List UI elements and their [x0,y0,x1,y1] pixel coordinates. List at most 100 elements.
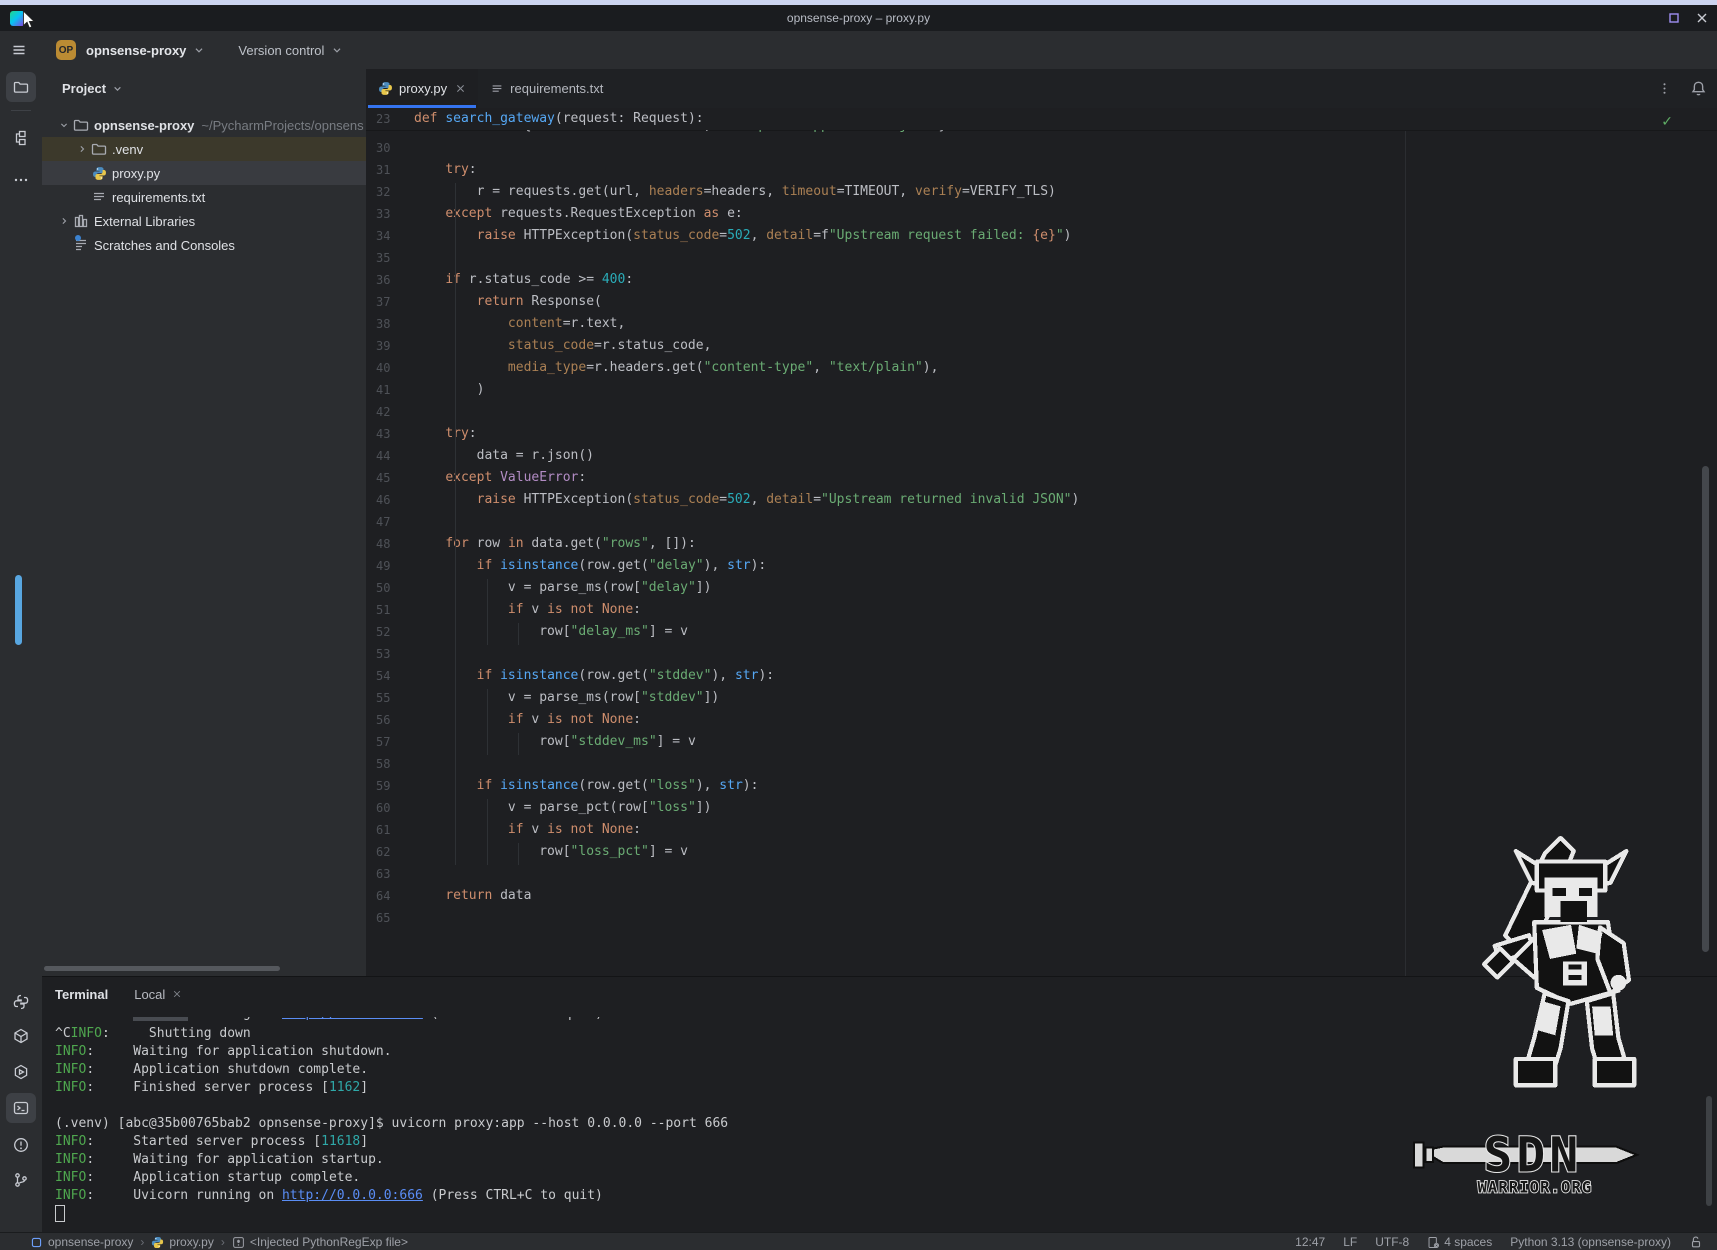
terminal-panel-title[interactable]: Terminal [55,987,108,1002]
stripe-icon-project[interactable] [6,72,36,102]
code-line[interactable]: 57 row["stddev_ms"] = v [366,731,1717,753]
terminal-tab-local[interactable]: Local [134,987,182,1002]
code-line[interactable]: 64 return data [366,885,1717,907]
maximize-button[interactable] [1667,11,1681,25]
terminal-scrollbar[interactable] [1706,1096,1712,1206]
project-badge[interactable]: OP [56,40,76,60]
code-line[interactable]: 63 [366,863,1717,885]
line-number[interactable]: 53 [366,643,414,665]
line-number[interactable]: 46 [366,489,414,511]
code-line[interactable]: 45 except ValueError: [366,467,1717,489]
line-number[interactable]: 31 [366,159,414,181]
breadcrumb-file[interactable]: proxy.py [151,1235,213,1249]
stripe-icon-packages[interactable] [6,1021,36,1051]
line-number[interactable]: 48 [366,533,414,555]
code-line[interactable]: 46 raise HTTPException(status_code=502, … [366,489,1717,511]
code-line[interactable]: 31 try: [366,159,1717,181]
line-number[interactable]: 37 [366,291,414,313]
code-line[interactable]: 43 try: [366,423,1717,445]
stripe-icon-more[interactable] [6,165,36,195]
tree-item-requirements-txt[interactable]: requirements.txt [42,185,366,209]
line-number[interactable]: 43 [366,423,414,445]
line-number[interactable]: 62 [366,841,414,863]
code-line[interactable]: 34 raise HTTPException(status_code=502, … [366,225,1717,247]
code-line[interactable]: 40 media_type=r.headers.get("content-typ… [366,357,1717,379]
code-line[interactable]: 59 if isinstance(row.get("loss"), str): [366,775,1717,797]
title-bar[interactable]: opnsense-proxy – proxy.py [0,5,1717,31]
line-number[interactable]: 30 [366,137,414,159]
tree-item-external-libraries[interactable]: External Libraries [42,209,366,233]
stripe-icon-git[interactable] [6,1165,36,1195]
line-number[interactable]: 36 [366,269,414,291]
close-terminal-tab-icon[interactable] [172,989,182,999]
line-ending-widget[interactable]: LF [1343,1235,1357,1249]
code-line[interactable]: 49 if isinstance(row.get("delay"), str): [366,555,1717,577]
code-line[interactable]: 36 if r.status_code >= 400: [366,269,1717,291]
main-menu-icon[interactable] [8,39,30,61]
code-line[interactable]: 62 row["loss_pct"] = v [366,841,1717,863]
code-line[interactable]: 51 if v is not None: [366,599,1717,621]
stripe-icon-python-console[interactable] [6,987,36,1017]
code-line[interactable]: 39 status_code=r.status_code, [366,335,1717,357]
code-line[interactable]: 65 [366,907,1717,929]
line-number[interactable]: 65 [366,907,414,929]
sticky-header-line[interactable]: 23def search_gateway(request: Request): … [366,108,1717,130]
project-widget[interactable]: opnsense-proxy [86,43,186,58]
line-number[interactable]: 44 [366,445,414,467]
line-number[interactable]: 59 [366,775,414,797]
code-line[interactable]: 53 [366,643,1717,665]
interpreter-widget[interactable]: Python 3.13 (opnsense-proxy) [1510,1235,1671,1249]
chevron-down-icon[interactable] [56,119,72,131]
line-number[interactable]: 23 [366,108,414,130]
tree-item--venv[interactable]: .venv [42,137,366,161]
line-number[interactable]: 34 [366,225,414,247]
close-tab-icon[interactable] [455,83,466,94]
line-number[interactable]: 35 [366,247,414,269]
line-number[interactable]: 63 [366,863,414,885]
stripe-icon-terminal[interactable] [6,1093,36,1123]
clock-widget[interactable]: 12:47 [1295,1235,1325,1249]
line-number[interactable]: 58 [366,753,414,775]
code-line[interactable]: 47 [366,511,1717,533]
line-number[interactable]: 52 [366,621,414,643]
line-number[interactable]: 64 [366,885,414,907]
code-line[interactable]: 32 r = requests.get(url, headers=headers… [366,181,1717,203]
chevron-right-icon[interactable] [56,215,72,227]
code-line[interactable]: 60 v = parse_pct(row["loss"]) [366,797,1717,819]
code-line[interactable]: 54 if isinstance(row.get("stddev"), str)… [366,665,1717,687]
line-number[interactable]: 47 [366,511,414,533]
code-line[interactable]: 42 [366,401,1717,423]
code-editor[interactable]: 23def search_gateway(request: Request): … [366,108,1717,976]
breadcrumb-injected-fragment[interactable]: <Injected PythonRegExp file> [232,1235,408,1249]
code-line[interactable]: 50 v = parse_ms(row["delay"]) [366,577,1717,599]
code-line[interactable]: 35 [366,247,1717,269]
code-line[interactable]: 41 ) [366,379,1717,401]
line-number[interactable]: 39 [366,335,414,357]
code-line[interactable]: 58 [366,753,1717,775]
line-number[interactable]: 61 [366,819,414,841]
line-number[interactable]: 50 [366,577,414,599]
project-horizontal-scrollbar[interactable] [44,966,280,971]
stripe-icon-structure[interactable] [6,123,36,153]
line-number[interactable]: 40 [366,357,414,379]
notifications-bell-icon[interactable] [1690,80,1707,97]
stripe-icon-problems[interactable] [6,1130,36,1160]
vcs-widget[interactable]: Version control [238,43,324,58]
code-line[interactable]: 44 data = r.json() [366,445,1717,467]
code-line[interactable]: 48 for row in data.get("rows", []): [366,533,1717,555]
line-number[interactable]: 32 [366,181,414,203]
line-number[interactable]: 33 [366,203,414,225]
code-line[interactable]: 52 row["delay_ms"] = v [366,621,1717,643]
line-number[interactable]: 56 [366,709,414,731]
unlocked-padlock-icon[interactable] [1689,1235,1703,1249]
line-number[interactable]: 41 [366,379,414,401]
code-line[interactable]: 38 content=r.text, [366,313,1717,335]
line-number[interactable]: 51 [366,599,414,621]
line-number[interactable]: 49 [366,555,414,577]
encoding-widget[interactable]: UTF-8 [1375,1235,1409,1249]
stripe-icon-services[interactable] [6,1057,36,1087]
tab-proxy-py[interactable]: proxy.py [366,69,478,108]
project-panel-title[interactable]: Project [62,81,106,96]
chevron-down-icon[interactable] [111,82,124,95]
code-line[interactable]: 30 [366,137,1717,159]
